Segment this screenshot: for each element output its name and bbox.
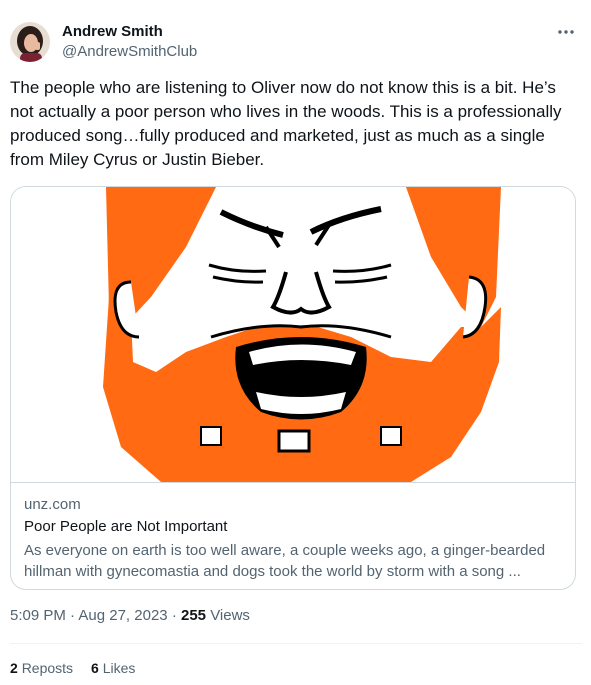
card-description: As everyone on earth is too well aware, …: [24, 542, 546, 580]
likes-stat[interactable]: 6 Likes: [91, 660, 135, 676]
link-card[interactable]: unz.com Poor People are Not Important As…: [10, 186, 576, 590]
likes-label: Likes: [102, 660, 136, 676]
tweet-date[interactable]: Aug 27, 2023: [78, 607, 167, 624]
reposts-label: Reposts: [21, 660, 74, 676]
avatar-image: [10, 22, 50, 62]
tweet: Andrew Smith @AndrewSmithClub The people…: [0, 0, 591, 685]
more-horizontal-icon: [558, 30, 574, 34]
tweet-text: The people who are listening to Oliver n…: [10, 78, 562, 169]
card-title: Poor People are Not Important: [24, 518, 228, 535]
likes-count: 6: [91, 660, 99, 676]
views-count: 255: [180, 607, 207, 624]
meta-separator: ·: [171, 607, 181, 624]
reposts-count: 2: [10, 660, 18, 676]
avatar[interactable]: [10, 22, 50, 62]
tweet-meta: 5:09 PM · Aug 27, 2023 · 255 Views: [10, 607, 250, 624]
reposts-stat[interactable]: 2 Reposts: [10, 660, 73, 676]
card-image: [11, 187, 575, 482]
meta-divider: [10, 643, 582, 644]
author-handle[interactable]: @AndrewSmithClub: [62, 43, 197, 60]
bearded-face-illustration: [11, 187, 575, 482]
author-name[interactable]: Andrew Smith: [62, 23, 163, 40]
views-label: Views: [210, 607, 250, 624]
tweet-time[interactable]: 5:09 PM: [10, 607, 66, 624]
more-options-button[interactable]: [552, 22, 580, 42]
engagement-stats: 2 Reposts 6 Likes: [10, 660, 135, 676]
card-divider: [11, 482, 575, 483]
card-domain: unz.com: [24, 496, 81, 513]
